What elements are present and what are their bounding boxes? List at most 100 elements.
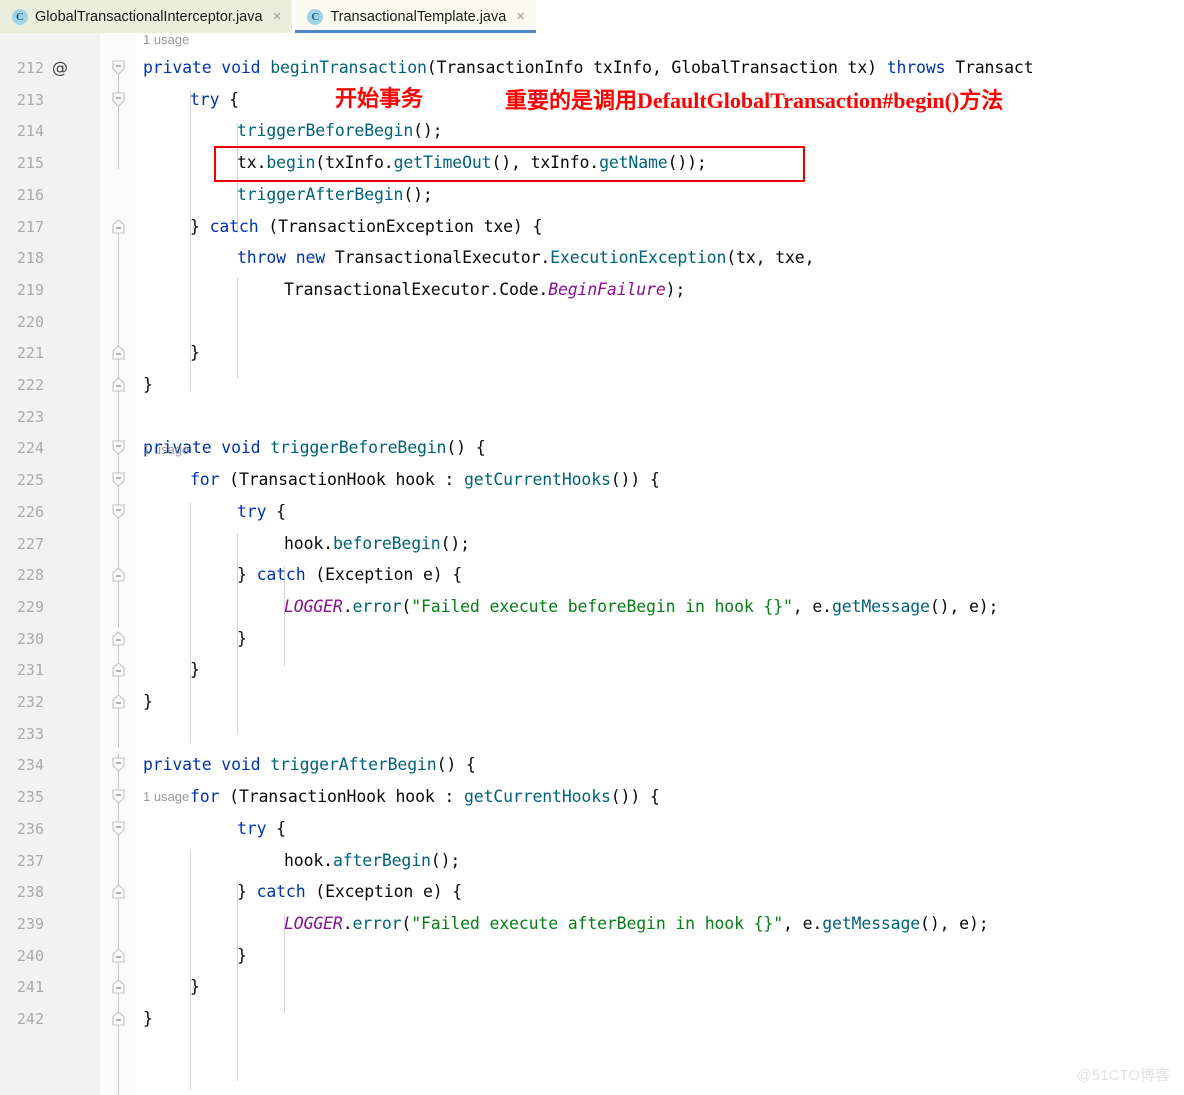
code-text: }	[143, 375, 153, 394]
line-number: 227	[16, 534, 44, 553]
fold-expand-icon[interactable]	[111, 440, 126, 456]
code-line[interactable]: 232}	[0, 686, 1184, 718]
fold-collapse-icon[interactable]	[111, 884, 126, 899]
line-number: 241	[16, 978, 44, 997]
code-text: }	[237, 628, 247, 648]
code-line[interactable]: 231}	[0, 654, 1184, 686]
code-text: }	[143, 692, 153, 711]
fold-expand-icon[interactable]	[111, 472, 126, 487]
code-line[interactable]: 221}	[0, 337, 1184, 369]
code-text: hook.beforeBegin();	[284, 533, 470, 553]
close-icon[interactable]: ×	[516, 9, 525, 24]
code-line[interactable]: 212 @ private void beginTransaction(Transa…	[0, 52, 1184, 84]
tab-bar-filler	[536, 0, 1184, 33]
code-line[interactable]: 219 TransactionalExecutor.Code.BeginFailu…	[0, 274, 1184, 306]
usage-hint[interactable]: 1 usage	[143, 33, 189, 50]
code-line[interactable]: 216 triggerAfterBegin();	[0, 179, 1184, 211]
code-text: try {	[237, 818, 286, 838]
code-line[interactable]: 217 } catch (TransactionException txe) {	[0, 211, 1184, 243]
editor-tab-label: GlobalTransactionalInterceptor.java	[35, 8, 263, 25]
fold-collapse-icon[interactable]	[111, 218, 126, 234]
line-number: 218	[16, 249, 44, 268]
fold-collapse-icon[interactable]	[111, 662, 126, 677]
line-number: 214	[16, 122, 44, 141]
code-text: TransactionalExecutor.Code.BeginFailure)…	[284, 279, 686, 299]
code-line[interactable]: 236 try {	[0, 813, 1184, 845]
line-number: 215	[16, 154, 44, 173]
fold-collapse-icon[interactable]	[111, 630, 126, 646]
code-text: triggerAfterBegin();	[237, 184, 433, 204]
annotation-important-call: 重要的是调用DefaultGlobalTransaction#begin()方法	[505, 88, 1004, 113]
code-line[interactable]: 230}	[0, 623, 1184, 655]
fold-collapse-icon[interactable]	[111, 567, 126, 582]
code-line[interactable]: 215 tx.begin(txInfo.getTimeOut(), txInfo.…	[0, 147, 1184, 179]
code-line[interactable]: 237 hook.afterBegin();	[0, 845, 1184, 877]
usage-hint[interactable]: 1 usage	[143, 787, 189, 807]
code-text: for (TransactionHook hook : getCurrentHo…	[190, 787, 660, 807]
line-number: 224	[16, 439, 44, 458]
code-text: }	[190, 660, 200, 680]
fold-expand-icon[interactable]	[111, 821, 126, 836]
fold-collapse-icon[interactable]	[111, 979, 126, 994]
code-text: LOGGER.error("Failed execute afterBegin …	[284, 913, 989, 933]
fold-expand-icon[interactable]	[111, 789, 126, 804]
java-class-icon: C	[12, 8, 28, 25]
code-editor[interactable]: 212 @ private void beginTransaction(Transa…	[0, 33, 1184, 1095]
line-number: 228	[16, 566, 44, 585]
fold-expand-icon[interactable]	[111, 757, 126, 773]
code-line[interactable]: 234 private void triggerAfterBegin() {	[0, 749, 1184, 781]
line-number: 222	[16, 376, 44, 394]
code-line[interactable]: 241}	[0, 971, 1184, 1003]
usage-hint[interactable]: 1 usage	[143, 440, 189, 460]
code-line[interactable]: 228} catch (Exception e) {	[0, 559, 1184, 591]
code-line[interactable]: 226 try {	[0, 496, 1184, 528]
line-number: 219	[16, 280, 44, 299]
line-number: 232	[16, 693, 44, 711]
line-number: 229	[16, 597, 44, 616]
code-line[interactable]: 242}	[0, 1003, 1184, 1035]
editor-tab-transactional-template[interactable]: C TransactionalTemplate.java ×	[295, 0, 537, 33]
code-line[interactable]: 222}	[0, 369, 1184, 401]
code-line[interactable]: 240}	[0, 940, 1184, 972]
code-line[interactable]: 220	[0, 306, 1184, 338]
editor-tab-global-transactional-interceptor[interactable]: C GlobalTransactionalInterceptor.java ×	[0, 0, 293, 33]
code-line[interactable]: 238} catch (Exception e) {	[0, 876, 1184, 908]
line-number: 233	[16, 724, 44, 743]
close-icon[interactable]: ×	[273, 9, 282, 24]
fold-expand-icon[interactable]	[111, 92, 126, 107]
line-number: 239	[16, 914, 44, 933]
code-line[interactable]: 214 triggerBeforeBegin();	[0, 115, 1184, 147]
line-number: 238	[16, 883, 44, 902]
fold-expand-icon[interactable]	[111, 60, 126, 75]
fold-expand-icon[interactable]	[111, 504, 126, 519]
line-number: 223	[16, 407, 44, 426]
watermark: @51CTO博客	[1076, 1067, 1170, 1084]
annotation-gutter-icon[interactable]: @	[52, 52, 68, 84]
fold-collapse-icon[interactable]	[111, 345, 126, 360]
code-text: try {	[237, 501, 286, 521]
code-line[interactable]: 233	[0, 718, 1184, 750]
line-number: 242	[16, 1010, 44, 1028]
line-number: 217	[16, 217, 44, 236]
code-text: tx.begin(txInfo.getTimeOut(), txInfo.get…	[237, 153, 707, 173]
code-text: triggerBeforeBegin();	[237, 121, 443, 141]
code-line[interactable]: 239 LOGGER.error("Failed execute afterBeg…	[0, 908, 1184, 940]
code-line[interactable]: 218 throw new TransactionalExecutor.Execu…	[0, 242, 1184, 274]
fold-collapse-icon[interactable]	[111, 694, 126, 709]
code-text: LOGGER.error("Failed execute beforeBegin…	[284, 596, 999, 616]
code-line[interactable]: 229 LOGGER.error("Failed execute beforeBe…	[0, 591, 1184, 623]
code-line[interactable]: 225 for (TransactionHook hook : getCurren…	[0, 464, 1184, 496]
code-text: } catch (TransactionException txe) {	[190, 216, 543, 236]
line-number: 230	[16, 629, 44, 648]
line-number: 234	[16, 756, 44, 775]
code-text: for (TransactionHook hook : getCurrentHo…	[190, 470, 660, 490]
fold-collapse-icon[interactable]	[111, 377, 126, 392]
line-number: 221	[16, 344, 44, 363]
editor-tab-bar: C GlobalTransactionalInterceptor.java × …	[0, 0, 1184, 33]
fold-collapse-icon[interactable]	[111, 947, 126, 963]
code-line[interactable]: 223	[0, 401, 1184, 433]
fold-collapse-icon[interactable]	[111, 1011, 126, 1026]
code-line[interactable]: 227 hook.beforeBegin();	[0, 528, 1184, 560]
line-number: 212	[16, 59, 44, 77]
line-number: 236	[16, 819, 44, 838]
